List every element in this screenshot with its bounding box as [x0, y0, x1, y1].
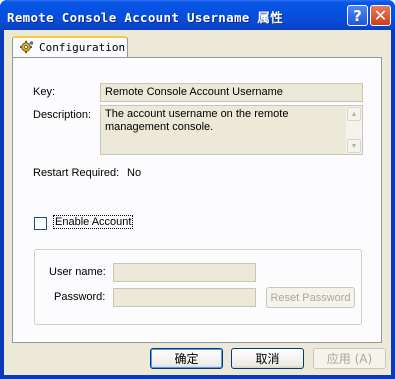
close-icon: ✕	[373, 6, 388, 25]
tab-configuration[interactable]: Configuration	[12, 36, 128, 58]
scroll-up-icon[interactable]: ▲	[347, 107, 361, 121]
properties-dialog: Remote Console Account Username 属性 ? ✕ C…	[0, 0, 395, 379]
key-label: Key:	[33, 86, 56, 98]
enable-account-label[interactable]: Enable Account	[52, 215, 134, 229]
description-label: Description:	[33, 109, 92, 121]
username-label: User name:	[49, 266, 106, 278]
restart-required-value: No	[127, 167, 142, 179]
password-label: Password:	[54, 291, 106, 303]
key-field: Remote Console Account Username	[100, 83, 363, 102]
question-mark-icon: ?	[353, 6, 362, 25]
window-title: Remote Console Account Username 属性	[7, 10, 284, 25]
enable-account-checkbox[interactable]	[34, 217, 47, 230]
help-button[interactable]: ?	[347, 5, 368, 26]
username-input[interactable]	[113, 263, 256, 282]
cancel-label: 取消	[255, 352, 280, 366]
scroll-down-icon[interactable]: ▼	[347, 139, 361, 153]
reset-password-button[interactable]: Reset Password	[266, 287, 355, 308]
description-field: The account username on the remote manag…	[100, 105, 363, 155]
dialog-body: Configuration Key: Remote Console Accoun…	[4, 30, 391, 375]
password-input[interactable]	[113, 288, 256, 307]
tab-label: Configuration	[39, 41, 126, 54]
gear-icon	[20, 40, 34, 54]
apply-button[interactable]: 应用 (A)	[313, 348, 386, 369]
description-value: The account username on the remote manag…	[105, 108, 289, 133]
apply-label: 应用 (A)	[326, 352, 373, 366]
close-button[interactable]: ✕	[370, 5, 391, 26]
configuration-panel: Key: Remote Console Account Username Des…	[12, 57, 382, 343]
title-bar[interactable]: Remote Console Account Username 属性 ? ✕	[0, 0, 395, 30]
key-value: Remote Console Account Username	[105, 86, 283, 98]
restart-required-label: Restart Required:	[33, 167, 120, 179]
description-scrollbar[interactable]: ▲ ▼	[346, 106, 362, 154]
ok-button[interactable]: 确定	[150, 348, 223, 369]
cancel-button[interactable]: 取消	[231, 348, 304, 369]
ok-label: 确定	[174, 352, 199, 366]
reset-password-label: Reset Password	[270, 291, 351, 304]
